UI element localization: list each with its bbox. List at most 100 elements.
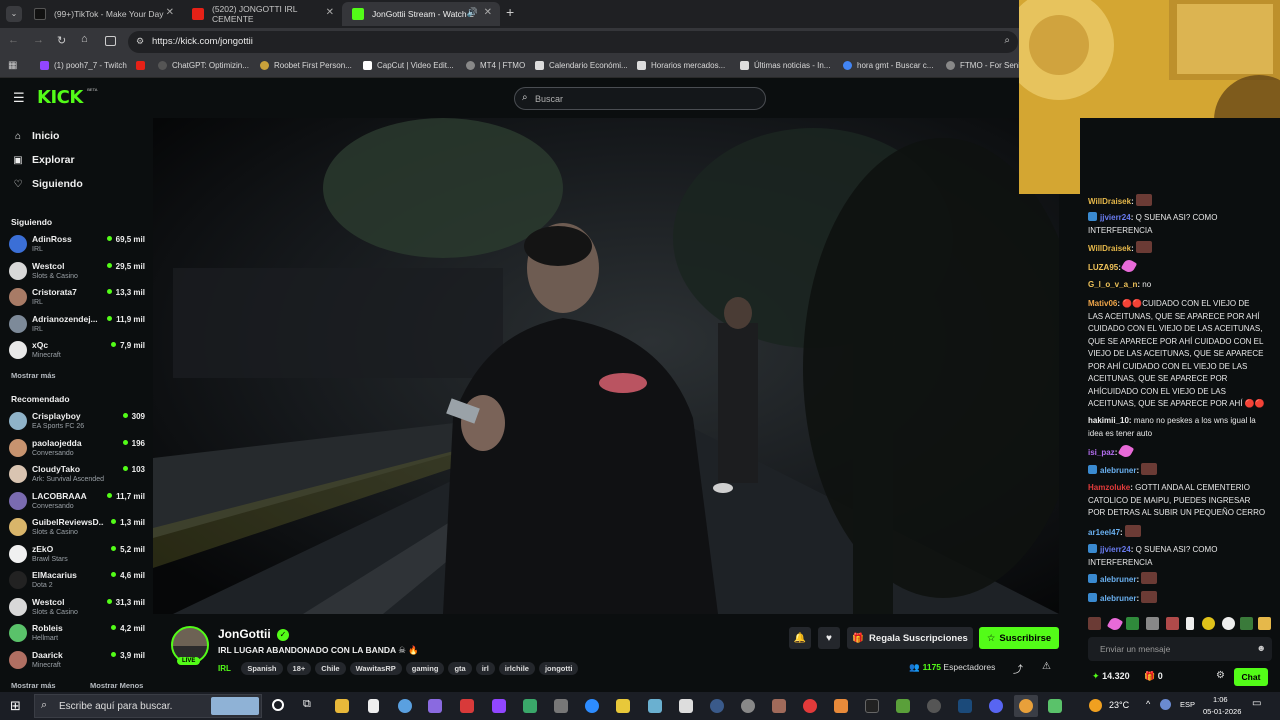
emote-icon[interactable] [1146, 617, 1159, 630]
bookmark-horarios[interactable]: Horarios mercados... [637, 61, 725, 70]
app-icon[interactable] [648, 699, 662, 713]
tag[interactable]: gta [448, 662, 472, 675]
home-icon[interactable]: ⌂ [81, 33, 88, 45]
bookmark-hora-gmt[interactable]: hora gmt - Buscar c... [843, 61, 933, 70]
tag[interactable]: gaming [405, 662, 445, 675]
app-icon[interactable] [523, 699, 537, 713]
chat-username[interactable]: alebruner [1100, 466, 1136, 475]
weather-icon[interactable] [1089, 699, 1102, 712]
tag[interactable]: irlchile [498, 662, 535, 675]
category-link[interactable]: IRL [218, 664, 231, 673]
app-icon[interactable] [554, 699, 568, 713]
chat-username[interactable]: alebruner [1100, 575, 1136, 584]
nav-siguiendo[interactable]: ♡ Siguiendo [11, 178, 83, 190]
settings-icon[interactable]: ⚙ [1216, 670, 1225, 681]
taskbar-search[interactable]: ⌕ Escribe aquí para buscar. [34, 694, 262, 718]
sidebar-channel[interactable]: Cristorata7 IRL 13,3 mil [9, 285, 145, 309]
close-icon[interactable]: ✕ [484, 7, 492, 18]
bookmark-noticias[interactable]: Últimas noticias - In... [740, 61, 830, 70]
emote-icon[interactable] [1088, 617, 1101, 630]
zoom-icon[interactable]: ⌕ [1004, 35, 1010, 46]
sidebar-channel[interactable]: AdinRoss IRL 69,5 mil [9, 232, 145, 256]
zoom-icon[interactable] [585, 699, 599, 713]
app-icon[interactable] [428, 699, 442, 713]
chat-username[interactable]: jjvierr24 [1100, 213, 1131, 222]
show-more-following[interactable]: Mostrar más [11, 371, 56, 380]
nav-explorar[interactable]: ▣ Explorar [11, 154, 74, 166]
sidebar-channel[interactable]: Westcol Slots & Casino 31,3 mil [9, 595, 145, 619]
tab-kick[interactable]: JonGottii Stream - Watch L 🔊 ✕ [342, 2, 500, 26]
chat-send-button[interactable]: Chat [1234, 668, 1268, 686]
chat-username[interactable]: isi_paz [1088, 448, 1115, 457]
chat-username[interactable]: WillDraisek [1088, 244, 1131, 253]
forward-icon[interactable]: → [33, 34, 44, 46]
reload-icon[interactable]: ↻ [57, 34, 66, 47]
gift-subs-button[interactable]: 🎁 Regala Suscripciones [847, 627, 973, 649]
sidebar-channel[interactable]: ElMacarius Dota 2 4,6 mil [9, 568, 145, 592]
chat-username[interactable]: hakimii_10 [1088, 416, 1129, 425]
app-icon[interactable] [834, 699, 848, 713]
subscribe-button[interactable]: ☆ Suscribirse [979, 627, 1059, 649]
points-display[interactable]: ✦ 14.320 [1092, 671, 1130, 682]
tag[interactable]: irl [475, 662, 495, 675]
emoji-icon[interactable]: ☻ [1257, 643, 1266, 653]
search-input[interactable]: ⌕ Buscar [514, 87, 766, 110]
settings-icon[interactable] [741, 699, 755, 713]
clock-time[interactable]: 1:06 [1213, 695, 1228, 704]
close-icon[interactable]: ✕ [326, 7, 334, 18]
task-view-icon[interactable]: ⧉ [303, 698, 311, 711]
windows-start-icon[interactable]: ⊞ [10, 698, 21, 714]
network-icon[interactable] [1160, 699, 1171, 710]
app-icon[interactable] [927, 699, 941, 713]
tag[interactable]: WawitasRP [349, 662, 402, 675]
app-icon[interactable] [398, 699, 412, 713]
channel-name[interactable]: JonGottii ✓ [218, 627, 290, 641]
speaker-icon[interactable]: 🔊 [467, 7, 478, 18]
gift-counter[interactable]: 🎁 0 [1144, 671, 1163, 682]
emote-icon[interactable] [1258, 617, 1271, 630]
emote-icon[interactable] [1202, 617, 1215, 630]
sidebar-channel[interactable]: zEkO Brawl Stars 5,2 mil [9, 542, 145, 566]
bookmark-chatgpt-2[interactable]: ChatGPT: Optimizin... [158, 61, 249, 70]
chat-username[interactable]: Hamzoluke [1088, 483, 1130, 492]
new-tab-button[interactable]: + [506, 4, 514, 20]
emote-icon[interactable] [1186, 617, 1194, 630]
file-icon[interactable] [368, 699, 379, 713]
bookmark-ftmo[interactable]: FTMO - For Senio [946, 61, 1024, 70]
bookmark-capcut[interactable]: CapCut | Video Edit... [363, 61, 454, 70]
clock-date[interactable]: 05-01-2026 [1203, 707, 1241, 716]
tiktok-icon[interactable] [865, 699, 879, 713]
bookmark-twitch[interactable]: (1) pooh7_7 - Twitch [40, 61, 127, 70]
chat-username[interactable]: ar1eel47 [1088, 528, 1120, 537]
steam-icon[interactable] [958, 699, 972, 713]
close-icon[interactable]: ✕ [166, 7, 174, 18]
tab-youtube[interactable]: (5202) JONGOTTI IRL CEMENTE ✕ [182, 2, 342, 26]
nav-inicio[interactable]: ⌂ Inicio [11, 130, 59, 142]
report-icon[interactable]: ⚠ [1042, 661, 1051, 672]
sidebar-channel[interactable]: Crisplayboy EA Sports FC 26 309 [9, 409, 145, 433]
chrome-icon[interactable] [1019, 699, 1033, 713]
sidebar-channel[interactable]: Adrianozendej... IRL 11,9 mil [9, 312, 145, 336]
chat-input[interactable]: Enviar un mensaje ☻ [1088, 637, 1272, 661]
tag[interactable]: Chile [315, 662, 346, 675]
sidebar-channel[interactable]: xQc Minecraft 7,9 mil [9, 338, 145, 362]
app-icon[interactable] [1048, 699, 1062, 713]
notifications-icon[interactable]: ▭ [1252, 698, 1261, 709]
chat-username[interactable]: alebruner [1100, 594, 1136, 603]
emote-icon[interactable] [1222, 617, 1235, 630]
sidebar-channel[interactable]: paolaojedda Conversando 196 [9, 436, 145, 460]
apps-icon[interactable]: ▦ [8, 60, 17, 71]
emote-icon[interactable] [1240, 617, 1253, 630]
opera-icon[interactable] [803, 699, 817, 713]
app-icon[interactable] [679, 699, 693, 713]
kick-logo[interactable]: KICK BETA [37, 87, 97, 108]
bookmark-chatgpt[interactable] [136, 61, 150, 70]
show-more-recommended[interactable]: Mostrar más [11, 681, 56, 690]
sidebar-channel[interactable]: Daarick Minecraft 3,9 mil [9, 648, 145, 672]
share-icon[interactable]: ⤴ [1013, 661, 1023, 676]
app-icon[interactable] [460, 699, 474, 713]
tab-search-button[interactable]: ⌄ [6, 6, 22, 22]
explorer-icon[interactable] [335, 699, 349, 713]
chat-username[interactable]: G_l_o_v_a_n [1088, 280, 1137, 289]
emote-icon[interactable] [1126, 617, 1139, 630]
